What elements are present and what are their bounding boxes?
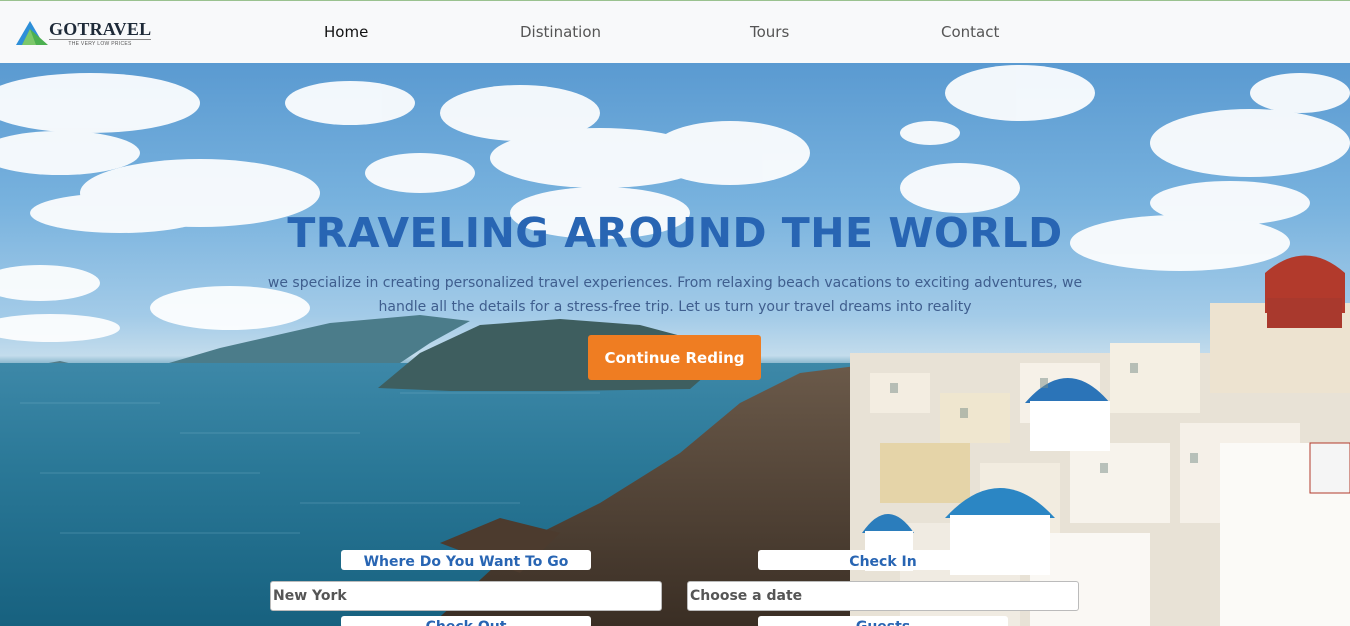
hero-description: we specialize in creating personalized t… (267, 275, 1083, 315)
checkin-date-input[interactable] (687, 581, 1079, 611)
nav-tours[interactable]: Tours (750, 23, 789, 41)
logo-triangle-icon (16, 21, 48, 45)
nav-home[interactable]: Home (324, 23, 368, 41)
nav-destination[interactable]: Distination (520, 23, 601, 41)
checkout-label: Check Out (341, 616, 591, 626)
destination-label: Where Do You Want To Go (341, 550, 591, 570)
guests-label: Guests (758, 616, 1008, 626)
navbar: GOTRAVEL THE VERY LOW PRICES Home Distin… (0, 0, 1350, 63)
nav-contact[interactable]: Contact (941, 23, 999, 41)
brand-name: GOTRAVEL (49, 19, 152, 39)
checkin-label: Check In (758, 550, 1008, 570)
destination-input[interactable] (270, 581, 662, 611)
hero-section: TRAVELING AROUND THE WORLD we specialize… (0, 63, 1350, 626)
logo[interactable]: GOTRAVEL THE VERY LOW PRICES (16, 19, 166, 47)
hero-title: TRAVELING AROUND THE WORLD (287, 209, 1063, 257)
continue-reading-button[interactable]: Continue Reding (588, 335, 761, 380)
brand-tagline: THE VERY LOW PRICES (49, 39, 151, 47)
